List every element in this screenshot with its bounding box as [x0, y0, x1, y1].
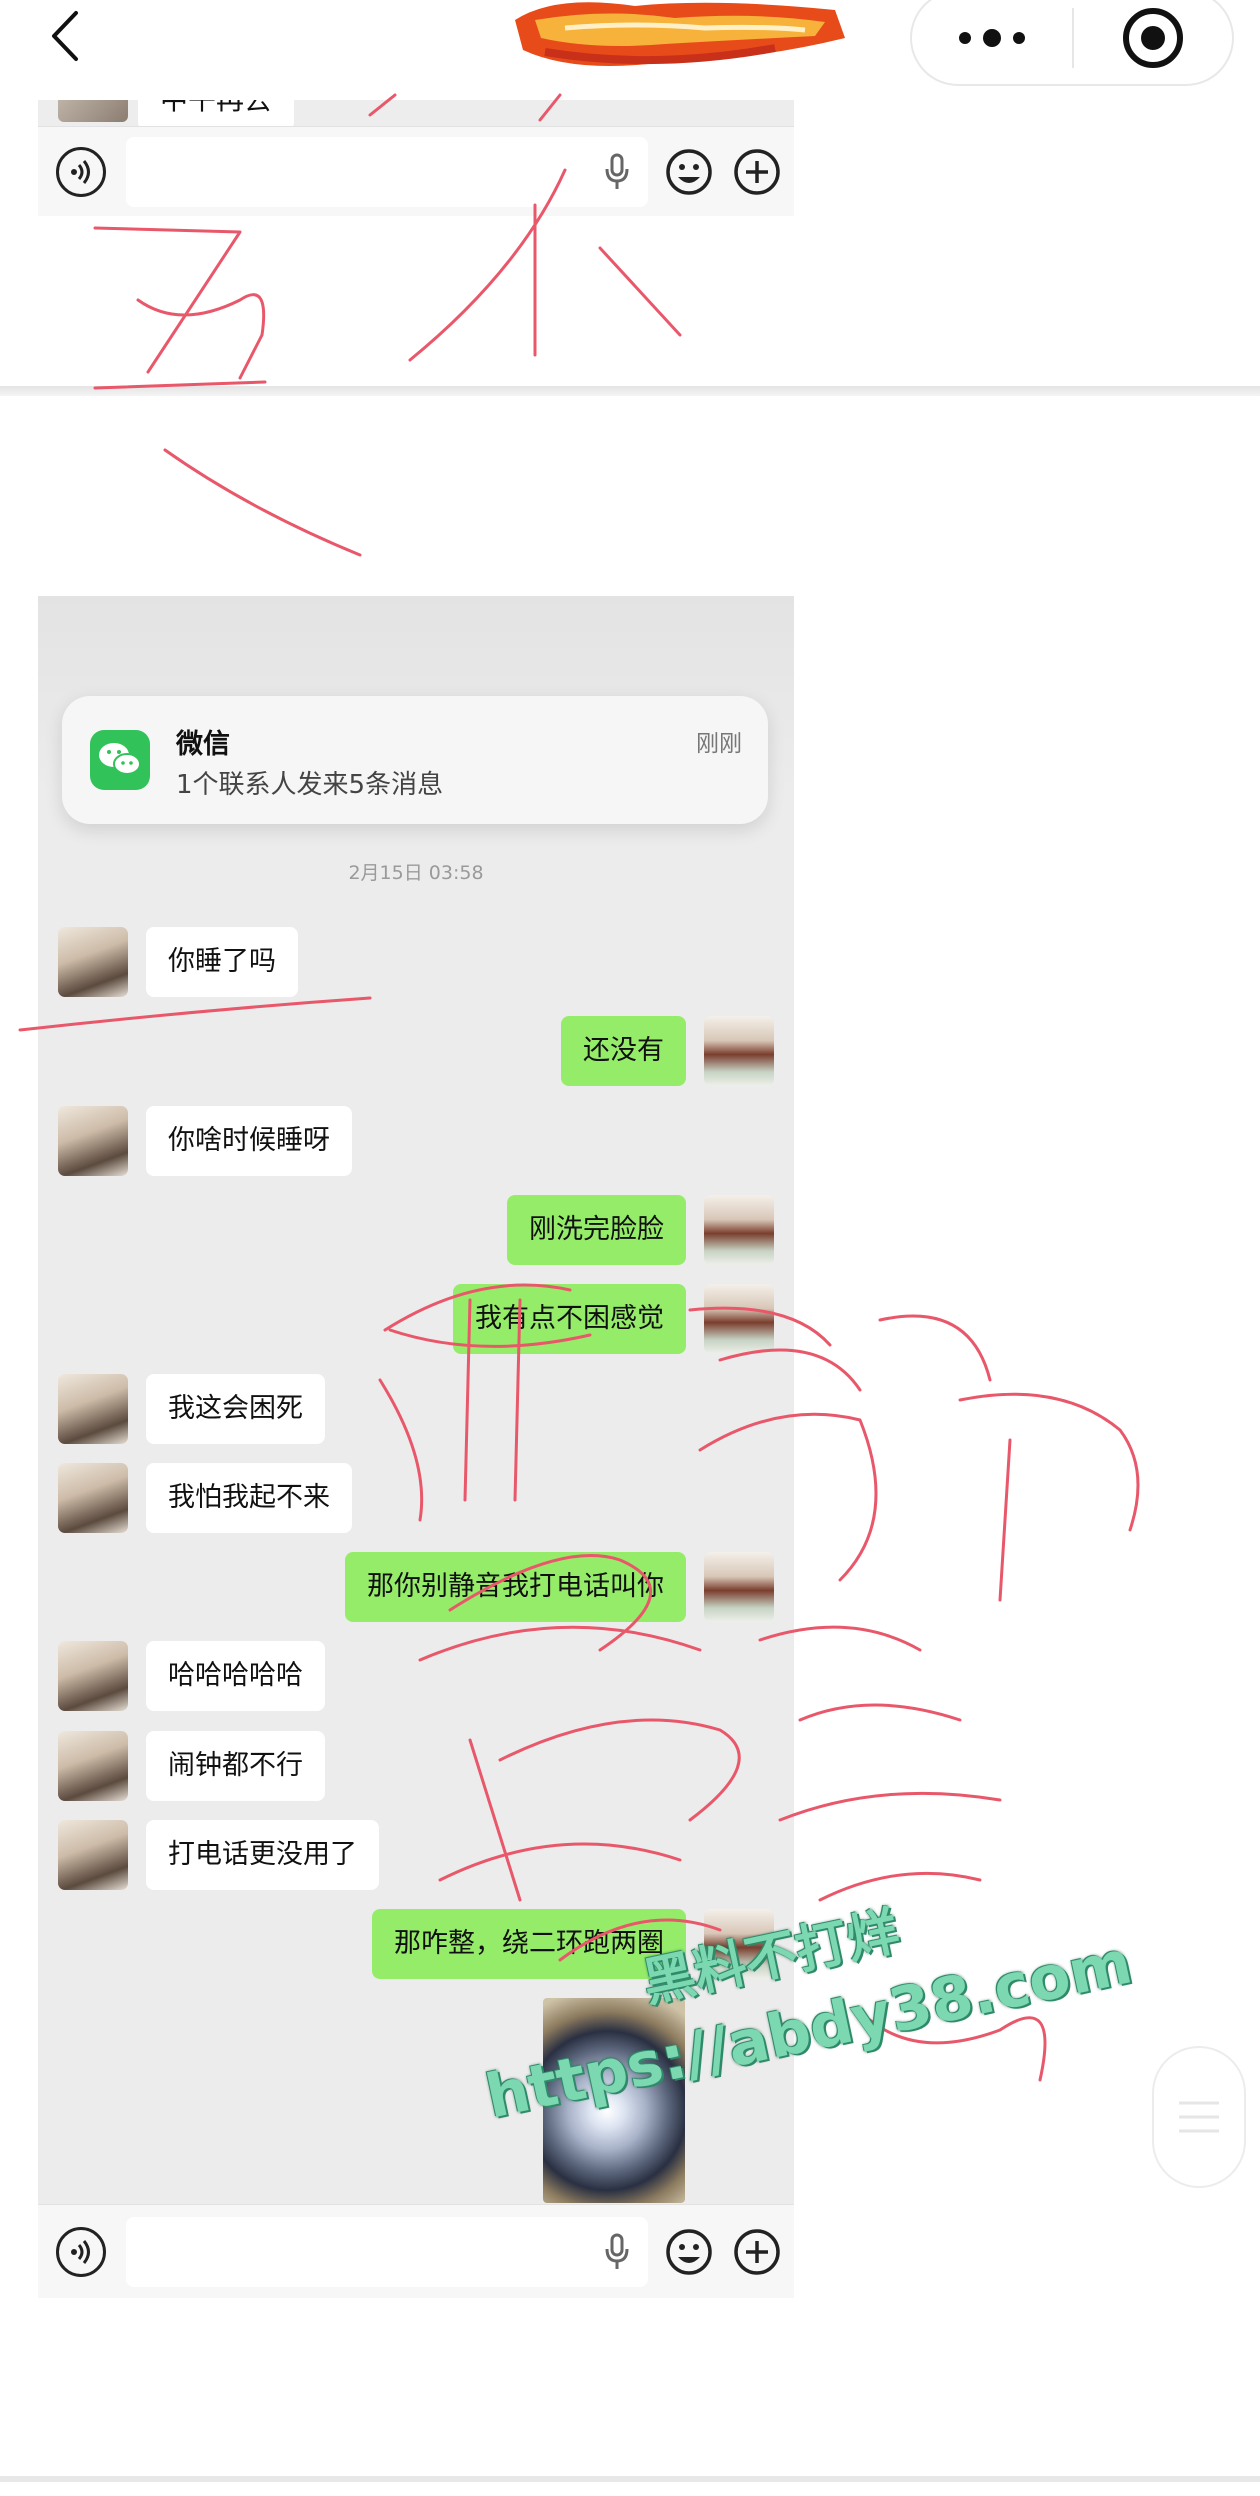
received-message[interactable]: 哈哈哈哈哈: [146, 1641, 325, 1711]
voice-button[interactable]: [56, 146, 106, 197]
voice-icon: [71, 2239, 90, 2264]
mini-program-capsule: [910, 0, 1234, 86]
received-message[interactable]: 打电话更没用了: [146, 1820, 379, 1890]
side-menu-handle[interactable]: [1152, 2046, 1246, 2188]
received-message[interactable]: 我怕我起不来: [146, 1463, 352, 1533]
avatar[interactable]: [58, 1106, 128, 1176]
emoji-icon[interactable]: [664, 2227, 714, 2277]
chat-screenshot-top: 中午再去: [38, 100, 794, 216]
message-input[interactable]: [126, 2216, 648, 2287]
message-input[interactable]: [126, 136, 648, 207]
menu-lines-icon: [1179, 2101, 1219, 2133]
message-text: 中午再去: [160, 100, 272, 116]
mic-icon: [605, 153, 629, 189]
chat-input-bar: [38, 2204, 794, 2298]
more-dots-icon: [959, 29, 1025, 47]
close-mini-program-button[interactable]: [1074, 0, 1232, 84]
received-message[interactable]: 你啥时候睡呀: [146, 1106, 352, 1176]
chevron-left-icon: [52, 11, 78, 61]
more-button[interactable]: [912, 0, 1072, 84]
back-button[interactable]: [40, 6, 90, 66]
banner-logo-image: [515, 2, 845, 66]
voice-button[interactable]: [56, 2226, 106, 2277]
section-divider: [0, 386, 1260, 396]
avatar[interactable]: [58, 1731, 128, 1801]
emoji-icon[interactable]: [664, 147, 714, 197]
avatar: [58, 100, 128, 122]
sent-message[interactable]: 刚洗完脸脸: [507, 1195, 686, 1265]
bottom-divider: [0, 2476, 1260, 2482]
avatar[interactable]: [704, 1552, 774, 1622]
avatar[interactable]: [58, 927, 128, 997]
received-message[interactable]: 你睡了吗: [146, 927, 298, 997]
avatar[interactable]: [704, 1284, 774, 1354]
plus-icon[interactable]: [732, 2227, 782, 2277]
plus-icon[interactable]: [732, 147, 782, 197]
page: 中午再去 微信 1个联系人发来5条消息 刚刚 2月15日 03:58 你睡了吗还…: [0, 0, 1260, 2496]
mic-icon: [605, 2233, 629, 2269]
target-circle-icon: [1123, 8, 1183, 68]
avatar[interactable]: [704, 1195, 774, 1265]
avatar[interactable]: [58, 1463, 128, 1533]
chat-input-bar: [38, 126, 794, 216]
received-message[interactable]: 我这会困死: [146, 1374, 325, 1444]
avatar[interactable]: [58, 1820, 128, 1890]
top-nav-bar: [0, 0, 1260, 100]
avatar[interactable]: [704, 1016, 774, 1086]
sent-message[interactable]: 那你别静音我打电话叫你: [345, 1552, 686, 1622]
avatar[interactable]: [58, 1374, 128, 1444]
sent-message[interactable]: 我有点不困感觉: [453, 1284, 686, 1354]
sent-message[interactable]: 还没有: [561, 1016, 686, 1086]
avatar[interactable]: [58, 1641, 128, 1711]
voice-icon: [71, 159, 90, 184]
received-message[interactable]: 闹钟都不行: [146, 1731, 325, 1801]
